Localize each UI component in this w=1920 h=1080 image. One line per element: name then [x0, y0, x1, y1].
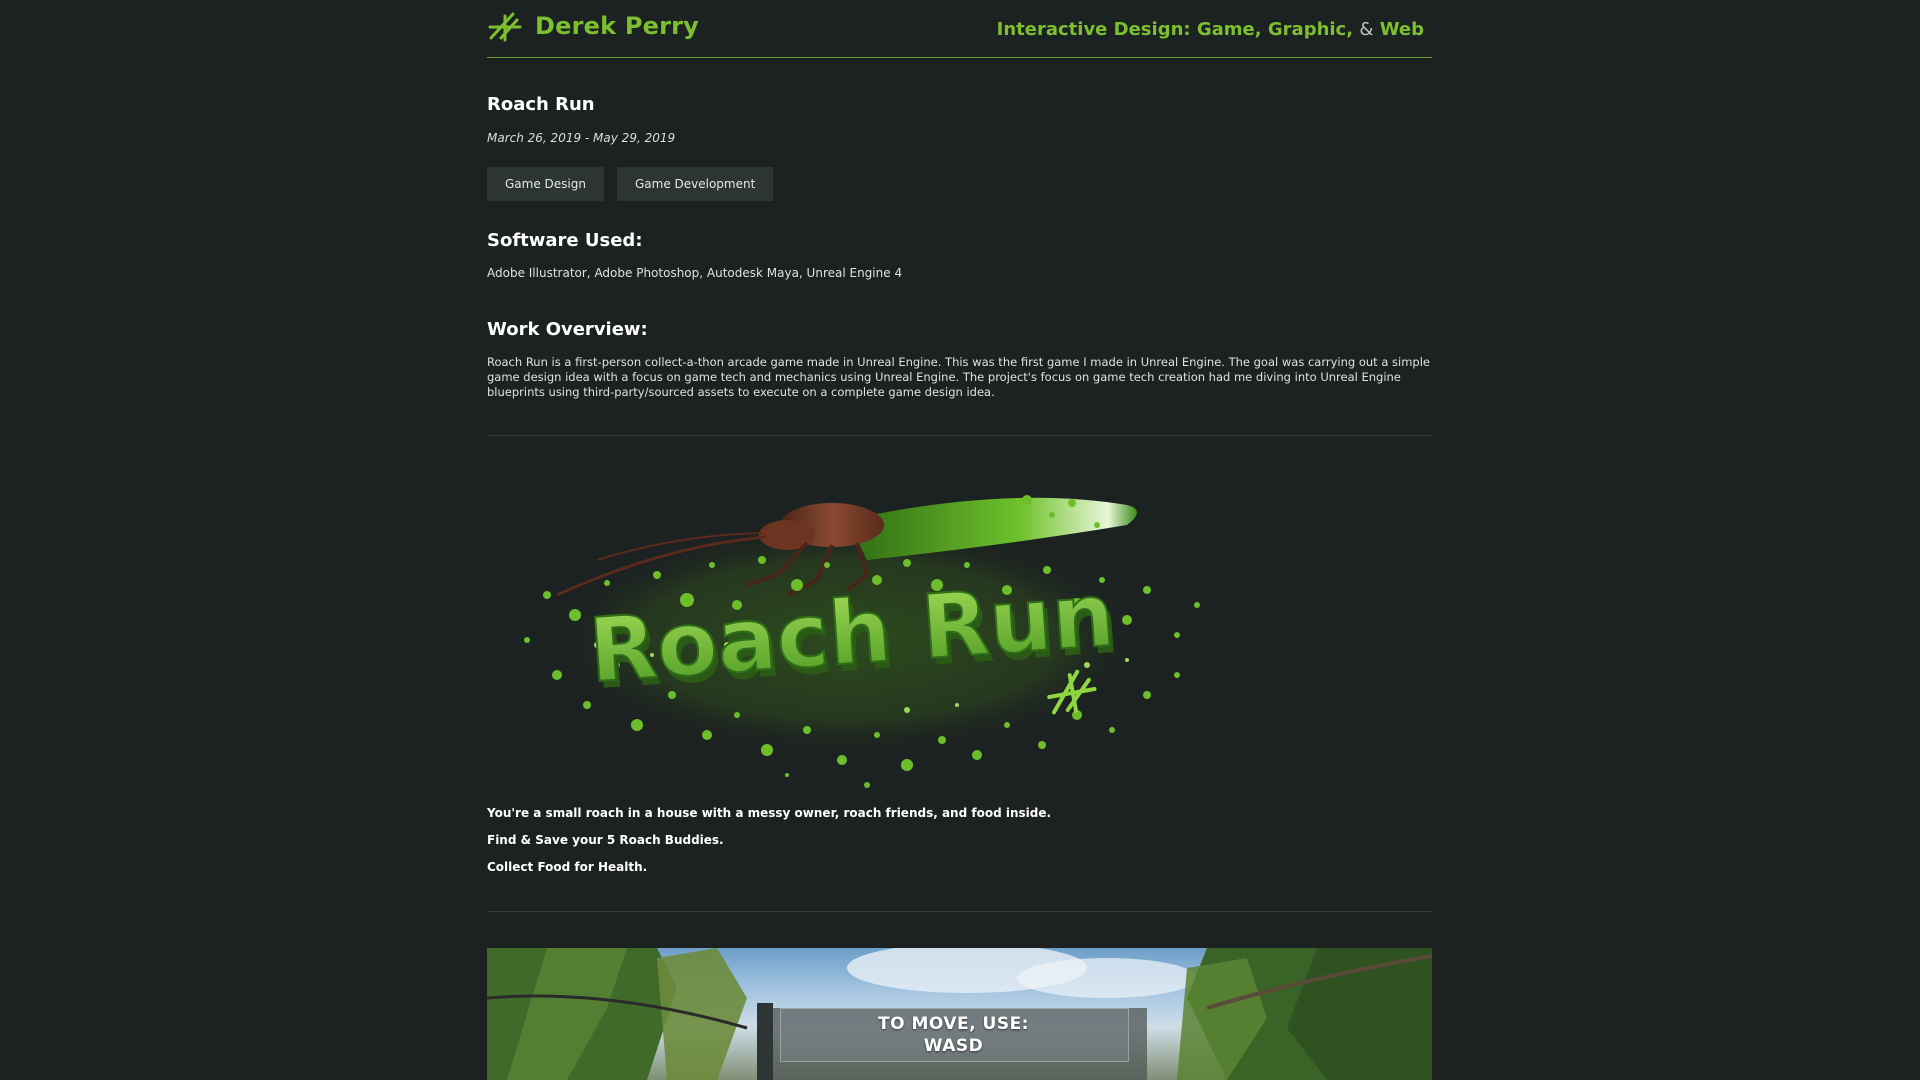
- tagline-prefix: Interactive Design:: [996, 19, 1191, 40]
- controls-hint-keys: WASD: [923, 1036, 984, 1056]
- feature-line: You're a small roach in a house with a m…: [487, 806, 1052, 820]
- page: Derek Perry Interactive Design: Game, Gr…: [487, 0, 1432, 1080]
- tagline-ampersand: &: [1359, 19, 1374, 40]
- controls-hint-title: TO MOVE, USE:: [878, 1014, 1029, 1034]
- section-divider: [487, 911, 1432, 912]
- roach-run-logo-image: Roach Run Roach Run: [524, 495, 1200, 788]
- nav-link-game[interactable]: Game,: [1197, 19, 1262, 40]
- overview-text: Roach Run is a first-person collect-a-th…: [487, 355, 1430, 399]
- software-heading: Software Used:: [487, 230, 643, 251]
- dp-monogram-icon: [488, 12, 522, 42]
- feature-line: Find & Save your 5 Roach Buddies.: [487, 833, 724, 847]
- tag-game-design[interactable]: Game Design: [487, 167, 604, 201]
- project-date: March 26, 2019 - May 29, 2019: [487, 131, 676, 145]
- project-tags: Game Design Game Development: [487, 167, 774, 201]
- nav-link-web[interactable]: Web: [1380, 19, 1424, 40]
- brand-name: Derek Perry: [535, 12, 700, 40]
- nav-link-graphic[interactable]: Graphic,: [1268, 19, 1353, 40]
- software-list: Adobe Illustrator, Adobe Photoshop, Auto…: [487, 266, 903, 280]
- site-tagline: Interactive Design: Game, Graphic, & Web: [997, 19, 1424, 40]
- brand-link[interactable]: Derek Perry: [487, 10, 699, 42]
- overview-heading: Work Overview:: [487, 319, 648, 340]
- project-title: Roach Run: [487, 94, 595, 115]
- site-header: Derek Perry Interactive Design: Game, Gr…: [487, 0, 1432, 58]
- gameplay-screenshot: TO MOVE, USE: WASD: [487, 948, 1432, 1080]
- feature-line: Collect Food for Health.: [487, 860, 648, 874]
- tag-game-development[interactable]: Game Development: [616, 167, 774, 201]
- section-divider: [487, 435, 1432, 436]
